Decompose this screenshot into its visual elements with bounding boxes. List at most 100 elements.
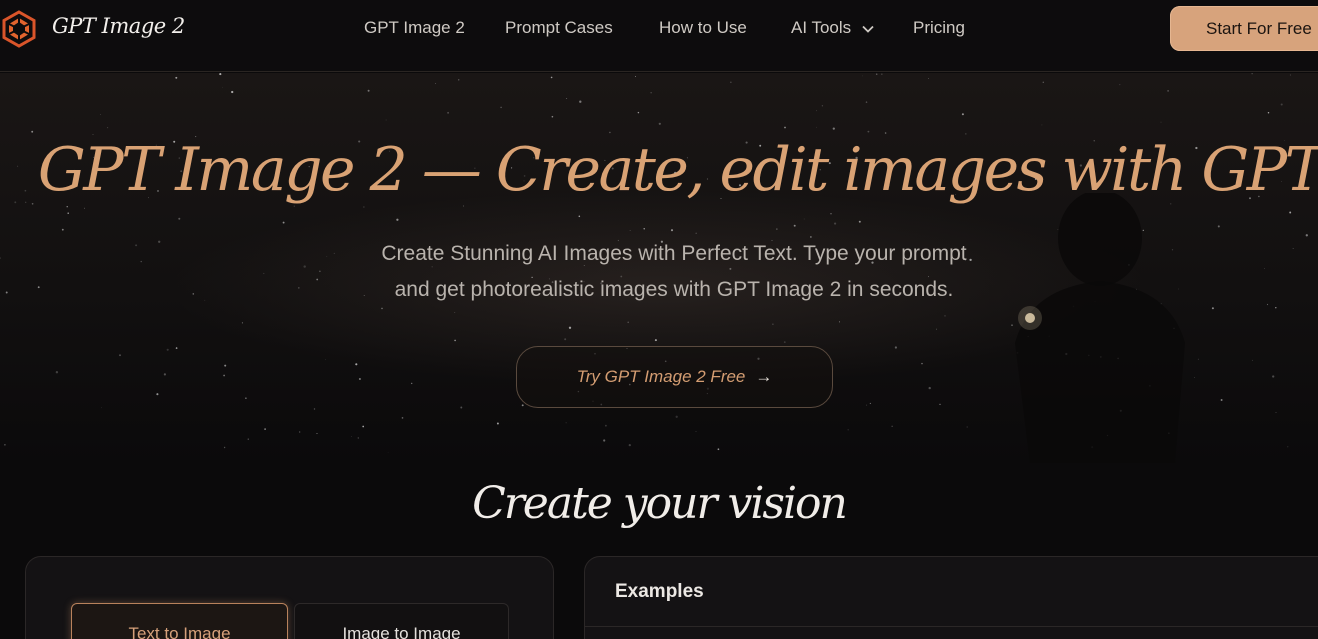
star (1289, 211, 1292, 214)
star (565, 422, 567, 424)
star (675, 415, 678, 418)
star (1220, 399, 1223, 401)
star (839, 321, 840, 323)
star (67, 212, 69, 214)
star (650, 92, 652, 94)
star (816, 126, 817, 128)
star (458, 79, 460, 81)
star (793, 224, 796, 227)
try-free-button[interactable]: Try GPT Image 2 Free → (516, 346, 833, 408)
star (928, 78, 930, 80)
star (223, 374, 225, 377)
section-title: Create your vision (472, 478, 848, 529)
star (783, 341, 786, 343)
star (961, 113, 964, 116)
star (367, 89, 370, 92)
star (1289, 74, 1291, 76)
star (635, 76, 636, 78)
hero-subtitle-line-1: Create Stunning AI Images with Perfect T… (381, 242, 967, 265)
star (654, 339, 657, 342)
star (299, 431, 301, 433)
star (881, 73, 883, 75)
star (643, 228, 645, 230)
star (1217, 225, 1220, 228)
star (158, 240, 161, 243)
star (454, 312, 456, 313)
star (1160, 121, 1162, 123)
star (163, 373, 167, 376)
star (396, 218, 399, 221)
star (241, 322, 243, 324)
star (1119, 84, 1121, 86)
star (1264, 268, 1265, 269)
star (293, 205, 295, 207)
star (1272, 375, 1275, 378)
star (192, 293, 195, 295)
nav-how-to-use[interactable]: How to Use (659, 18, 747, 38)
star (772, 323, 774, 325)
star (175, 347, 178, 349)
star (83, 207, 86, 209)
star (313, 408, 316, 410)
star (363, 206, 365, 208)
star (627, 321, 629, 324)
star (357, 437, 359, 439)
try-free-button-label: Try GPT Image 2 Free (576, 367, 746, 386)
star (550, 76, 553, 79)
star (463, 205, 464, 207)
star (231, 90, 234, 94)
start-for-free-button[interactable]: Start For Free (1170, 6, 1318, 51)
star (55, 371, 59, 374)
star (866, 404, 868, 406)
star (658, 122, 661, 125)
site-header: GPT Image 2 GPT Image 2 Prompt Cases How… (0, 0, 1318, 72)
star (894, 346, 898, 349)
star (31, 130, 34, 133)
star (119, 354, 121, 357)
star (0, 257, 1, 259)
star (435, 83, 437, 84)
star (869, 402, 871, 404)
star (454, 339, 456, 342)
brand-name[interactable]: GPT Image 2 (52, 14, 185, 38)
star (156, 393, 159, 396)
star (717, 448, 720, 451)
star (140, 260, 142, 263)
star (61, 228, 64, 231)
star (401, 417, 404, 419)
nav-pricing[interactable]: Pricing (913, 18, 965, 38)
tab-image-to-image[interactable]: Image to Image (294, 603, 509, 639)
star (816, 110, 817, 112)
star (695, 431, 697, 432)
star (865, 101, 868, 103)
nav-gpt-image-2[interactable]: GPT Image 2 (364, 18, 465, 38)
star (66, 206, 68, 208)
star (858, 220, 861, 223)
star (410, 382, 413, 385)
star (223, 446, 226, 449)
star (628, 443, 631, 447)
star (1305, 234, 1308, 237)
generator-panel: Text to Image Image to Image (25, 556, 554, 639)
star (944, 315, 946, 317)
logo-icon[interactable] (0, 10, 38, 48)
star (355, 363, 358, 366)
examples-panel: Examples (584, 556, 1318, 639)
star (325, 359, 326, 361)
nav-ai-tools[interactable]: AI Tools (791, 18, 874, 38)
nav-prompt-cases[interactable]: Prompt Cases (505, 18, 613, 38)
star (1042, 81, 1045, 84)
star (101, 407, 103, 409)
star (1280, 103, 1283, 106)
star (178, 217, 181, 220)
star (351, 436, 352, 437)
star (566, 98, 568, 99)
star (670, 229, 674, 232)
star (247, 438, 249, 440)
star (460, 406, 463, 409)
star (629, 230, 631, 231)
hero-title: GPT Image 2 — Create, edit images with G… (37, 135, 1318, 205)
star (1251, 73, 1253, 75)
tab-text-to-image[interactable]: Text to Image (71, 603, 288, 639)
star (4, 443, 6, 446)
